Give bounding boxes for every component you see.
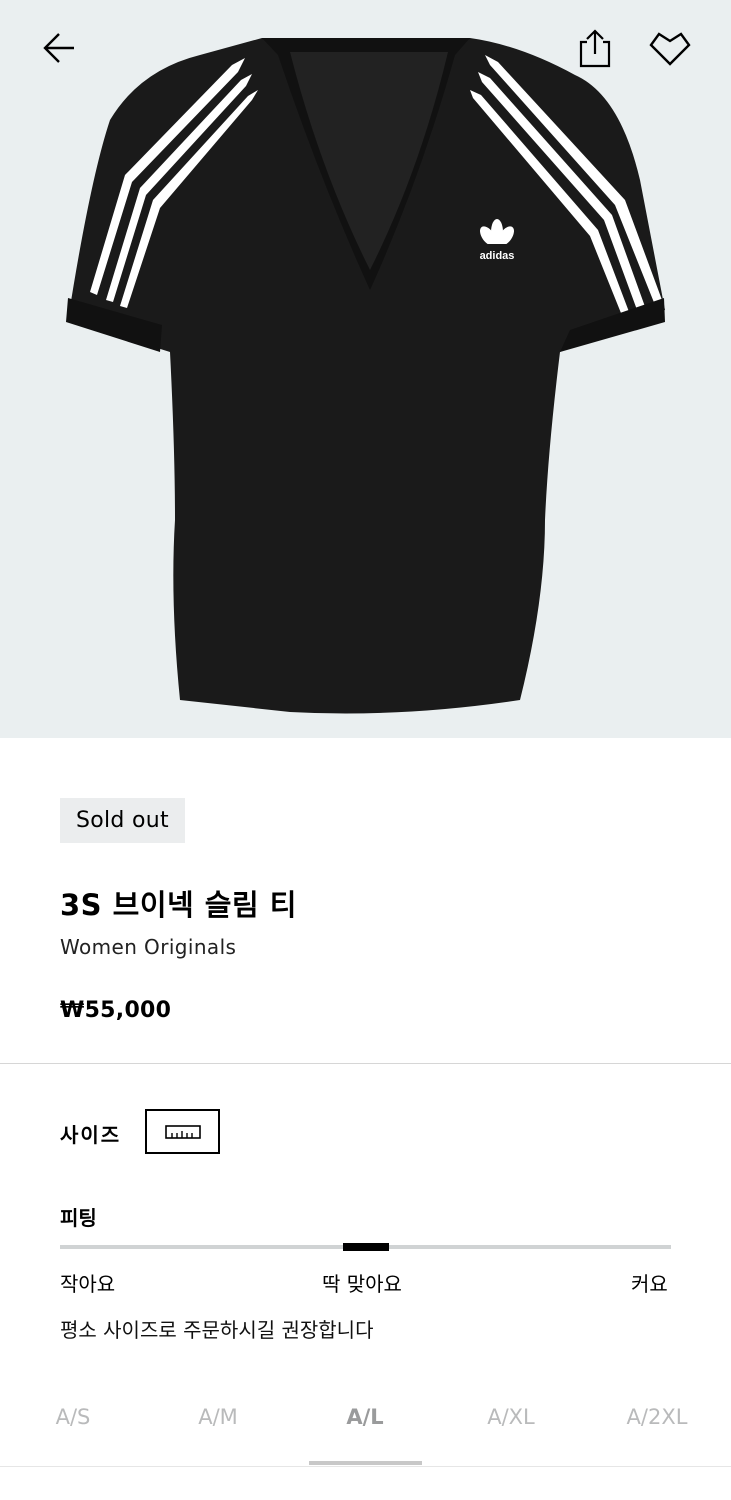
fit-recommendation: 평소 사이즈로 주문하시길 권장합니다: [60, 1318, 374, 1342]
section-divider: [0, 1063, 731, 1064]
tshirt-illustration: adidas: [66, 38, 665, 714]
product-image: adidas: [0, 0, 731, 738]
size-tab-a2xl[interactable]: A/2XL: [627, 1405, 688, 1429]
product-title: 3S 브이넥 슬림 티: [60, 888, 297, 922]
sold-out-badge: Sold out: [60, 798, 185, 843]
heart-icon: [649, 32, 691, 66]
back-button[interactable]: [32, 20, 88, 76]
fit-scale-track: [60, 1243, 671, 1251]
size-tab-axl[interactable]: A/XL: [487, 1405, 535, 1429]
size-tab-al[interactable]: A/L: [346, 1405, 383, 1429]
active-tab-indicator: [309, 1461, 422, 1465]
product-category: Women Originals: [60, 935, 237, 959]
fit-scale-small-label: 작아요: [60, 1272, 116, 1296]
size-tab-am[interactable]: A/M: [198, 1405, 238, 1429]
product-logo-text: adidas: [480, 250, 515, 262]
fit-label: 피팅: [60, 1206, 97, 1230]
fit-scale-true-label: 딱 맞아요: [322, 1272, 402, 1296]
bottom-divider: [0, 1466, 731, 1467]
ruler-icon: [164, 1124, 201, 1139]
size-tab-bar: A/S A/M A/L A/XL A/2XL: [0, 1395, 731, 1465]
size-guide-button[interactable]: [145, 1109, 220, 1154]
share-button[interactable]: [567, 20, 623, 76]
share-icon: [579, 29, 611, 68]
fit-scale-marker: [343, 1243, 389, 1251]
arrow-left-icon: [43, 33, 74, 63]
product-price: ₩55,000: [60, 998, 172, 1023]
wishlist-button[interactable]: [642, 20, 698, 76]
size-label: 사이즈: [60, 1123, 122, 1147]
size-tab-as[interactable]: A/S: [56, 1405, 91, 1429]
fit-scale-large-label: 커요: [631, 1272, 668, 1296]
